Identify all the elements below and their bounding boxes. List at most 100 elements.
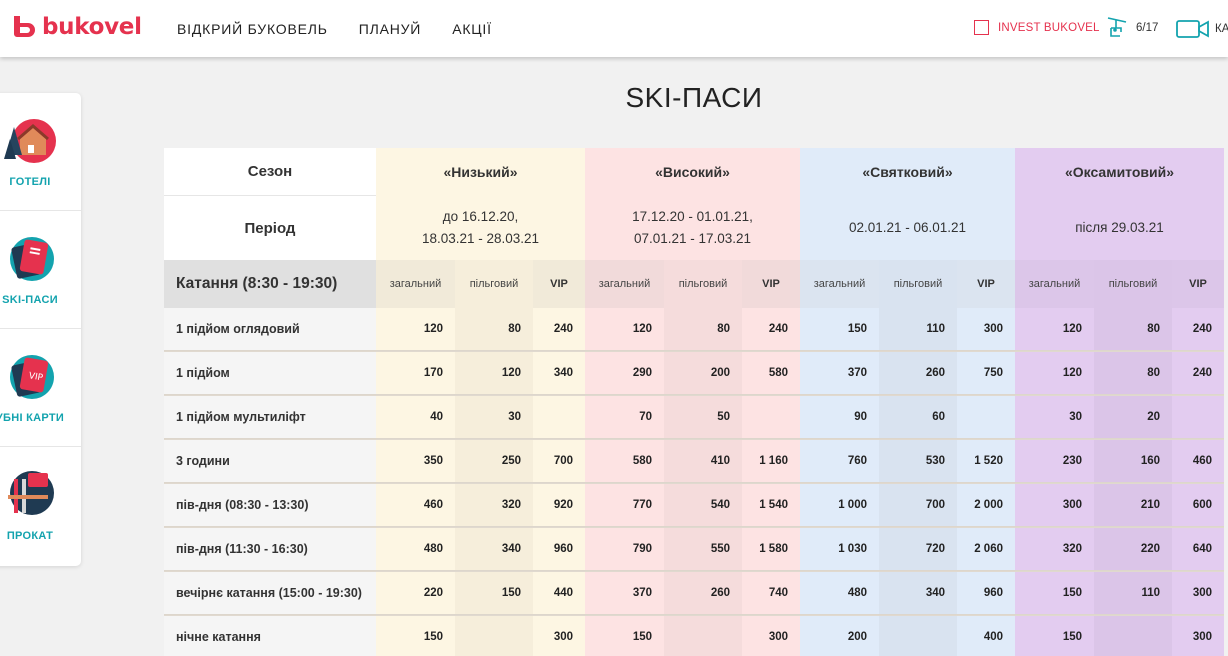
price-cell: 260 [664,572,742,615]
price-cell: 60 [879,396,957,439]
price-cell: 300 [1015,484,1094,527]
period-line: 17.12.20 - 01.01.21, [632,209,753,224]
price-cell: 150 [800,308,879,351]
price-cell: 700 [533,440,585,483]
webcams-link[interactable]: КА [1176,19,1228,39]
price-cell: 480 [376,528,455,571]
sidebar-label-rental: ПРОКАТ [6,530,54,542]
season-label: Сезон [164,148,376,196]
row-label: нічне катання [164,616,376,656]
price-cell: 700 [879,484,957,527]
period-line: 07.01.21 - 17.03.21 [633,231,752,246]
rental-icon [8,471,54,515]
table-row: 1 підйом 170 120 340 290 200 580 370 260 750 120 80… [164,352,1224,396]
price-cell: 30 [455,396,533,439]
price-cell: 120 [585,308,664,351]
price-cell: 80 [664,308,742,351]
price-cell: 220 [376,572,455,615]
price-cell: 640 [1172,528,1224,571]
sidebar-label-hotels: ГОТЕЛІ [9,176,51,188]
season-low-name: «Низький» [376,148,585,196]
price-cell: 580 [742,352,800,395]
row-label: 1 підйом оглядовий [164,308,376,351]
table-row: 1 підйом оглядовий 120 80 240 120 80 240 150 110… [164,308,1224,352]
column-header-discount: пільговий [1094,260,1172,308]
season-high-period: 17.12.20 - 01.01.21, 07.01.21 - 17.03.21 [585,196,800,260]
period-label: Період [164,196,376,260]
price-cell: 770 [585,484,664,527]
row-label: 3 години [164,440,376,483]
price-cell: 460 [1172,440,1224,483]
price-cell: 150 [455,572,533,615]
price-cell: 1 540 [742,484,800,527]
column-header-discount: пільговий [455,260,533,308]
period-line: після 29.03.21 [1075,220,1164,235]
price-cell: 1 580 [742,528,800,571]
price-cell: 220 [1094,528,1172,571]
row-label: 1 підйом мультиліфт [164,396,376,439]
price-cell: 150 [585,616,664,656]
price-cell [742,396,800,439]
price-cell: 120 [455,352,533,395]
price-table: Сезон «Низький» «Високий» «Святковий» «О… [164,148,1224,656]
price-cell: 120 [1015,352,1094,395]
sidebar-item-rental[interactable]: ПРОКАТ [0,447,81,565]
price-cell: 960 [533,528,585,571]
price-cell: 110 [879,308,957,351]
price-cell: 80 [1094,352,1172,395]
sidebar-item-hotels[interactable]: ГОТЕЛІ [0,93,81,211]
price-cell: 300 [742,616,800,656]
sidebar-item-club-cards[interactable]: VIP УБНІ КАРТИ [0,329,81,447]
logo[interactable]: bukovel [10,14,142,40]
price-cell: 340 [455,528,533,571]
price-cell: 70 [585,396,664,439]
price-cell [1094,616,1172,656]
sidebar-label-ski-pass: SKI-ПАСИ [2,294,58,306]
season-velvet-name: «Оксамитовий» [1015,148,1224,196]
price-cell: 90 [800,396,879,439]
column-header-general: загальний [1015,260,1094,308]
price-cell [957,396,1015,439]
price-cell: 480 [800,572,879,615]
price-cell: 240 [1172,352,1224,395]
hotel-icon [4,119,56,163]
price-cell: 400 [957,616,1015,656]
price-cell: 20 [1094,396,1172,439]
webcams-label: КА [1215,23,1228,35]
column-header-vip: VIP [957,260,1015,308]
price-cell: 200 [800,616,879,656]
column-header-general: загальний [376,260,455,308]
price-cell: 750 [957,352,1015,395]
price-cell: 300 [1172,572,1224,615]
price-cell: 600 [1172,484,1224,527]
price-cell: 550 [664,528,742,571]
table-row: вечірнє катання (15:00 - 19:30) 220 150 440… [164,572,1224,616]
price-cell: 1 520 [957,440,1015,483]
ski-pass-icon [10,237,54,281]
sidebar-label-club-cards: УБНІ КАРТИ [0,412,65,424]
camera-icon [1176,20,1209,38]
price-cell: 290 [585,352,664,395]
price-cell: 2 000 [957,484,1015,527]
nav-item-promos[interactable]: АКЦІЇ [452,21,492,37]
price-cell: 240 [533,308,585,351]
price-cell [1172,396,1224,439]
sidebar-item-ski-pass[interactable]: SKI-ПАСИ [0,211,81,329]
column-header-general: загальний [585,260,664,308]
price-cell: 80 [455,308,533,351]
nav-item-plan[interactable]: ПЛАНУЙ [359,21,421,37]
column-header-vip: VIP [1172,260,1224,308]
price-cell: 410 [664,440,742,483]
column-header-general: загальний [800,260,879,308]
lifts-status[interactable]: 6/17 [1106,16,1158,40]
price-cell: 50 [664,396,742,439]
nav-item-discover[interactable]: ВІДКРИЙ БУКОВЕЛЬ [177,21,328,37]
price-cell: 1 030 [800,528,879,571]
price-cell: 300 [1172,616,1224,656]
invest-link[interactable]: INVEST BUKOVEL [974,20,1100,35]
column-header-vip: VIP [742,260,800,308]
price-cell: 160 [1094,440,1172,483]
price-cell: 440 [533,572,585,615]
period-line: 18.03.21 - 28.03.21 [421,231,540,246]
table-row: 3 години 350 250 700 580 410 1 160 760 530 1 520 2… [164,440,1224,484]
